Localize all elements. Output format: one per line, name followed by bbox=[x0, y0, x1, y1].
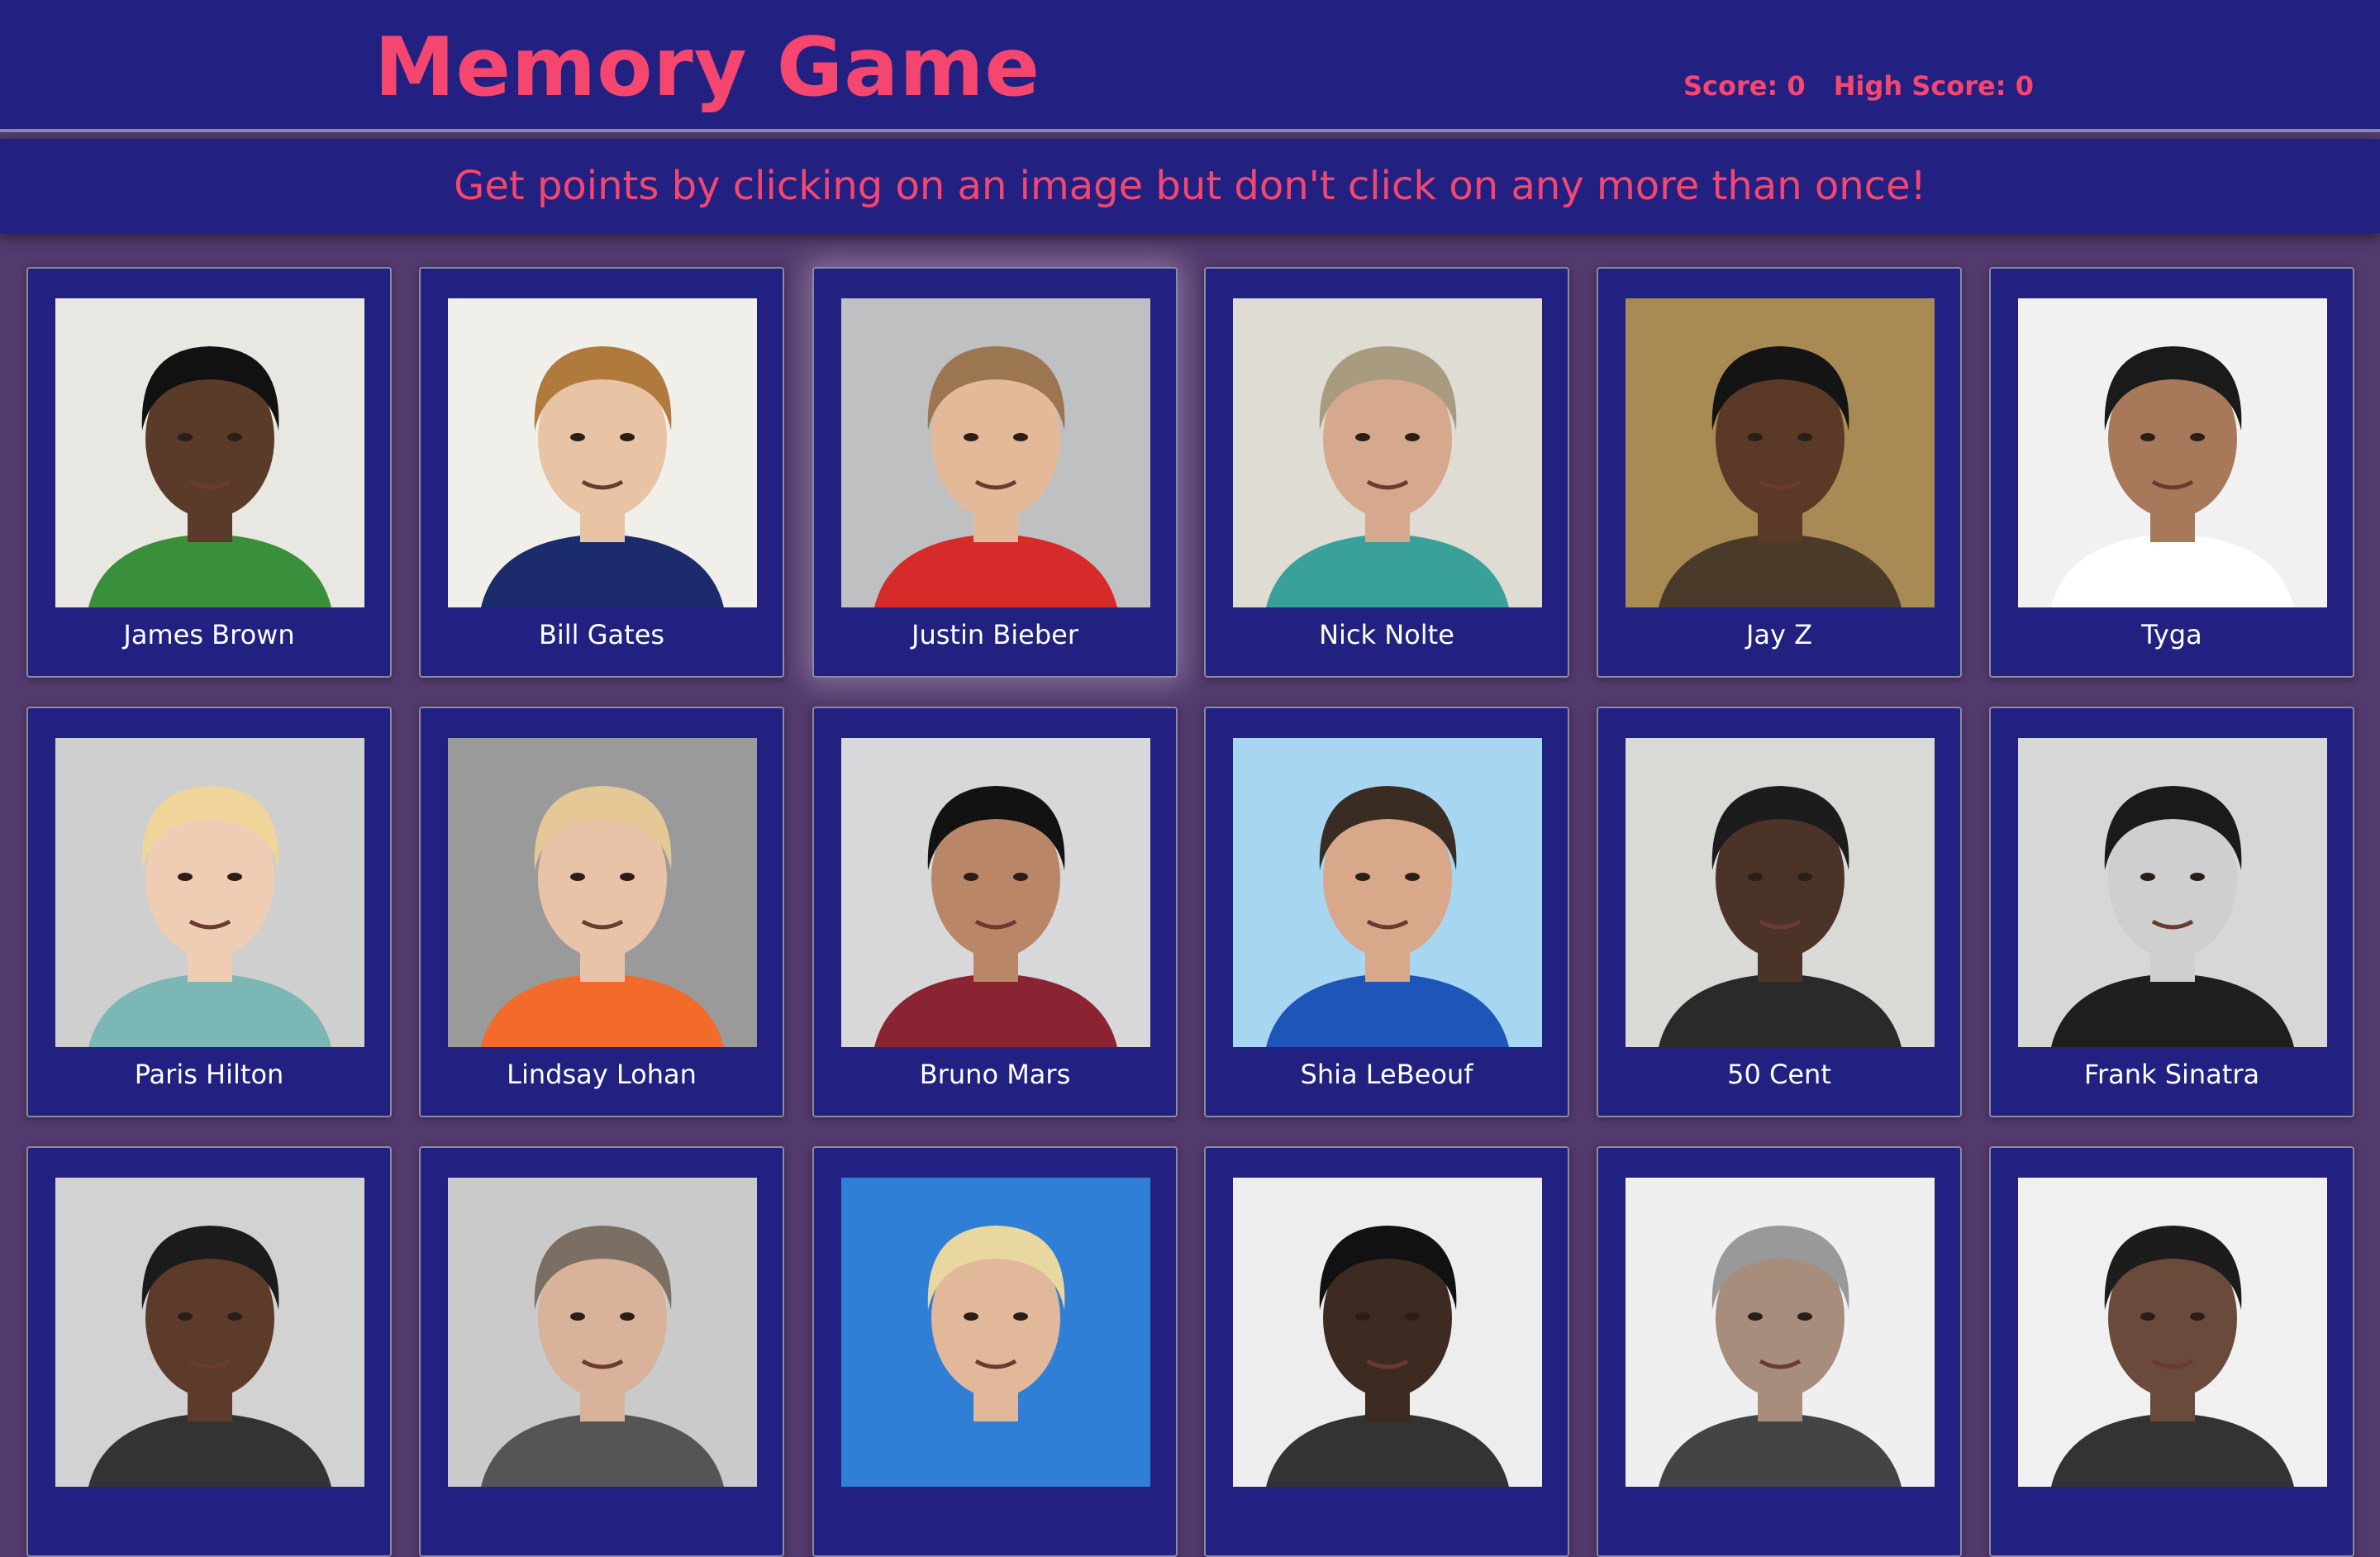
card-name: Bill Gates bbox=[538, 619, 665, 650]
mugshot-image[interactable] bbox=[1626, 738, 1935, 1047]
card-name: Paris Hilton bbox=[134, 1059, 284, 1090]
card[interactable]: James Brown bbox=[26, 267, 392, 678]
card-name: Justin Bieber bbox=[912, 619, 1078, 650]
mugshot-image[interactable] bbox=[1626, 298, 1935, 607]
mugshot-image[interactable] bbox=[1233, 298, 1542, 607]
instructions-text: Get points by clicking on an image but d… bbox=[454, 163, 1926, 209]
card[interactable]: Frank Sinatra bbox=[1989, 707, 2354, 1117]
page-title: Memory Game bbox=[374, 21, 1040, 115]
card-name: Shia LeBeouf bbox=[1300, 1059, 1473, 1090]
card-name: Frank Sinatra bbox=[2083, 1059, 2260, 1090]
score-display: Score: 0 High Score: 0 bbox=[1683, 68, 2034, 104]
instructions-bar: Get points by clicking on an image but d… bbox=[0, 139, 2380, 233]
card[interactable]: Bill Gates bbox=[419, 267, 784, 678]
card[interactable]: Justin Bieber bbox=[812, 267, 1178, 678]
header-bar: Memory Game Score: 0 High Score: 0 bbox=[0, 0, 2380, 132]
mugshot-image[interactable] bbox=[2018, 298, 2327, 607]
card[interactable] bbox=[1204, 1146, 1569, 1557]
mugshot-image[interactable] bbox=[1626, 1178, 1935, 1487]
card-name: Jay Z bbox=[1745, 619, 1813, 650]
card-name: Bruno Mars bbox=[919, 1059, 1071, 1090]
high-score-label: High Score: 0 bbox=[1833, 70, 2034, 102]
card[interactable]: Jay Z bbox=[1597, 267, 1962, 678]
mugshot-image[interactable] bbox=[55, 738, 364, 1047]
card-name: 50 Cent bbox=[1727, 1059, 1831, 1090]
card[interactable]: Bruno Mars bbox=[812, 707, 1178, 1117]
card[interactable] bbox=[1597, 1146, 1962, 1557]
mugshot-image[interactable] bbox=[2018, 738, 2327, 1047]
mugshot-image[interactable] bbox=[448, 738, 757, 1047]
mugshot-image[interactable] bbox=[841, 1178, 1150, 1487]
mugshot-image[interactable] bbox=[841, 738, 1150, 1047]
card[interactable]: Shia LeBeouf bbox=[1204, 707, 1569, 1117]
card[interactable] bbox=[812, 1146, 1178, 1557]
score-label: Score: 0 bbox=[1683, 70, 1806, 102]
mugshot-image[interactable] bbox=[55, 298, 364, 607]
mugshot-image[interactable] bbox=[841, 298, 1150, 607]
card[interactable]: 50 Cent bbox=[1597, 707, 1962, 1117]
mugshot-image[interactable] bbox=[448, 298, 757, 607]
card-name: Lindsay Lohan bbox=[507, 1059, 697, 1090]
mugshot-image[interactable] bbox=[1233, 738, 1542, 1047]
card[interactable] bbox=[1989, 1146, 2354, 1557]
card-name: Tyga bbox=[2141, 619, 2202, 650]
card[interactable]: Tyga bbox=[1989, 267, 2354, 678]
card[interactable] bbox=[26, 1146, 392, 1557]
card-name: Nick Nolte bbox=[1319, 619, 1454, 650]
card[interactable]: Lindsay Lohan bbox=[419, 707, 784, 1117]
mugshot-image[interactable] bbox=[2018, 1178, 2327, 1487]
card[interactable]: Paris Hilton bbox=[26, 707, 392, 1117]
mugshot-image[interactable] bbox=[55, 1178, 364, 1487]
mugshot-image[interactable] bbox=[448, 1178, 757, 1487]
card-name: James Brown bbox=[123, 619, 295, 650]
mugshot-image[interactable] bbox=[1233, 1178, 1542, 1487]
card[interactable] bbox=[419, 1146, 784, 1557]
card[interactable]: Nick Nolte bbox=[1204, 267, 1569, 678]
